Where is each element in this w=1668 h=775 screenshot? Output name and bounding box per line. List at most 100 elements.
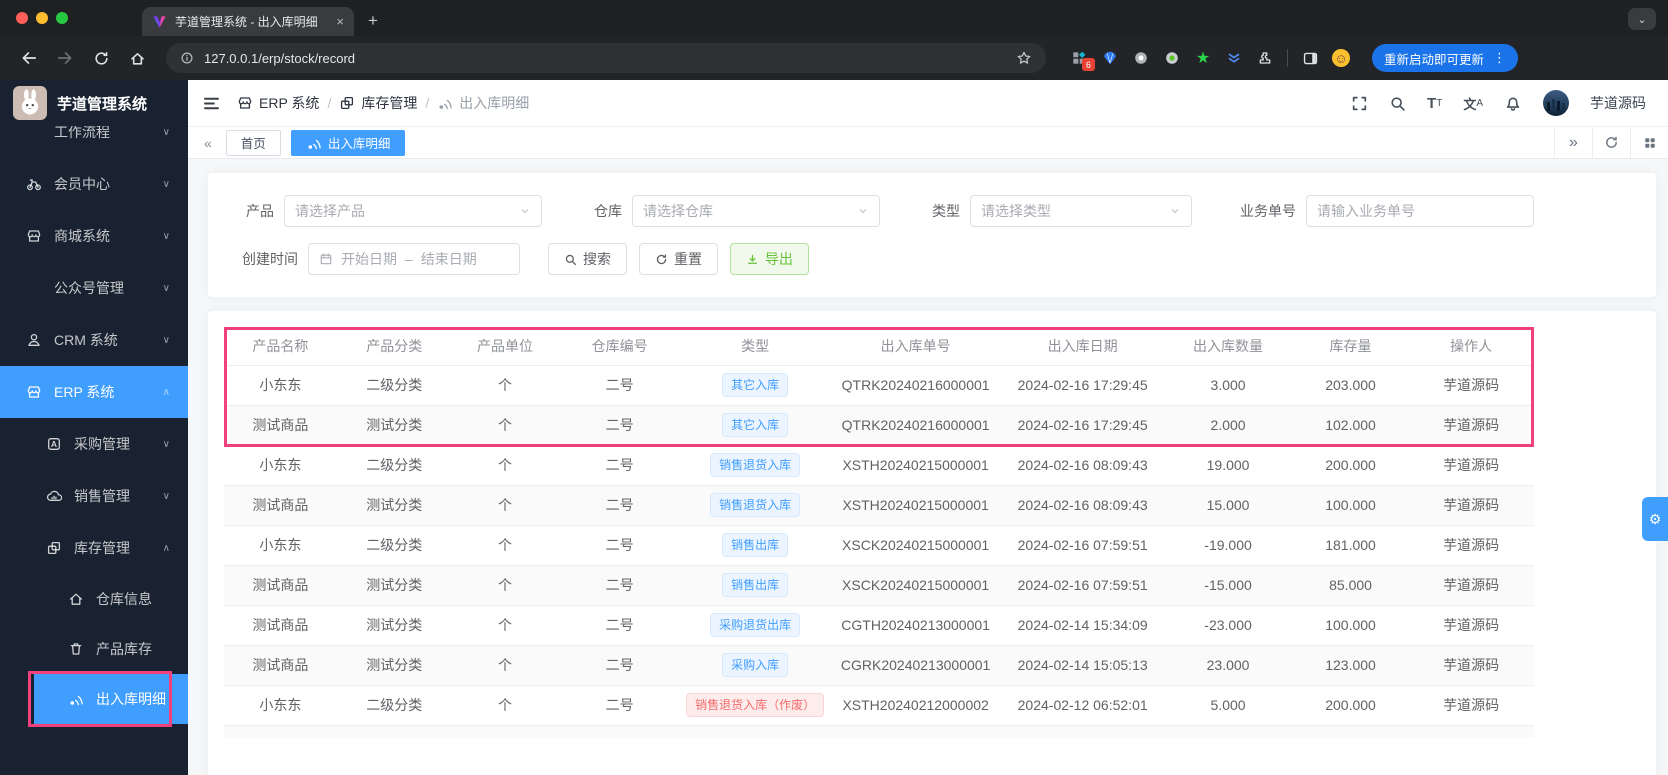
- chevron-double-left-icon[interactable]: «: [200, 135, 216, 151]
- hamburger-icon[interactable]: [202, 94, 221, 113]
- sidebar-item-label: 销售管理: [74, 488, 130, 504]
- layout-grid-icon[interactable]: [1630, 127, 1668, 158]
- type-badge: 销售出库: [722, 573, 789, 597]
- mall-icon: [26, 228, 44, 244]
- forward-icon[interactable]: [50, 43, 80, 73]
- product-select[interactable]: 请选择产品: [284, 195, 542, 227]
- notification-bell-icon[interactable]: [1504, 94, 1522, 112]
- chevron-up-icon: ∧: [162, 386, 170, 398]
- breadcrumb-separator: /: [425, 95, 430, 111]
- type-badge: 采购入库: [722, 653, 789, 677]
- tab-search-button[interactable]: ⌄: [1628, 8, 1656, 30]
- breadcrumb-item[interactable]: 库存管理: [339, 93, 417, 113]
- cell-order-no: XSTH20240212000002: [829, 685, 1003, 726]
- view-tab[interactable]: 出入库明细: [290, 129, 406, 156]
- window-zoom-button[interactable]: [56, 12, 68, 24]
- date-range-input[interactable]: 开始日期 – 结束日期: [308, 243, 520, 275]
- refresh-icon[interactable]: [1592, 127, 1630, 158]
- order-no-input[interactable]: 请输入业务单号: [1306, 195, 1534, 227]
- cell-quantity: 2.000: [1163, 405, 1293, 446]
- extension-chevrons-icon[interactable]: [1225, 49, 1243, 67]
- cell-unit: 个: [451, 605, 559, 646]
- sidebar-logo[interactable]: 芋道管理系统: [0, 80, 188, 126]
- sidebar-item[interactable]: 会员中心 ∨: [0, 158, 188, 210]
- cell-datetime: 2024-02-16 07:59:51: [1002, 525, 1164, 566]
- breadcrumb-label: 出入库明细: [459, 95, 530, 111]
- record-table: 产品名称 产品分类 产品单位 仓库编号 类型 出入库单号 出入库日期 出入库数量 库存量 操作人 …: [224, 327, 1534, 726]
- side-panel-icon[interactable]: [1301, 49, 1319, 67]
- chevron-down-icon: [857, 205, 869, 217]
- browser-menu-kebab-icon[interactable]: ⋮: [1493, 50, 1506, 66]
- sidebar-item[interactable]: ERP 系统 ∧: [0, 366, 188, 418]
- sidebar-item[interactable]: 商城系统 ∨: [0, 210, 188, 262]
- sidebar-item[interactable]: 仓库信息: [0, 574, 188, 624]
- url-bar[interactable]: 127.0.0.1/erp/stock/record: [166, 43, 1046, 73]
- main-header: ERP 系统 / 库存管理 / 出入库明细 TT 文A 芋道源码: [188, 80, 1668, 127]
- tab-close-icon[interactable]: ×: [336, 14, 344, 29]
- user-avatar[interactable]: [1543, 90, 1569, 116]
- search-icon[interactable]: [1389, 95, 1406, 112]
- sidebar-item[interactable]: A 采购管理 ∨: [0, 418, 188, 470]
- sidebar-item-label: 库存管理: [74, 540, 130, 556]
- bike-icon: [26, 176, 44, 192]
- home-icon: [68, 591, 86, 607]
- site-info-icon[interactable]: [180, 51, 194, 65]
- sidebar-item-label: 商城系统: [54, 228, 110, 244]
- sidebar-item[interactable]: 产品库存: [0, 624, 188, 674]
- window-minimize-button[interactable]: [36, 12, 48, 24]
- browser-tab[interactable]: 芋道管理系统 - 出入库明细 ×: [142, 7, 354, 36]
- search-button[interactable]: 搜索: [548, 243, 627, 275]
- cell-product: 测试商品: [224, 645, 337, 686]
- language-icon[interactable]: 文A: [1463, 94, 1483, 113]
- extension-blocks-icon[interactable]: 6: [1070, 49, 1095, 71]
- cell-operator: 芋道源码: [1408, 485, 1534, 526]
- extensions-puzzle-icon[interactable]: [1256, 49, 1274, 67]
- cell-warehouse: 二号: [558, 645, 682, 686]
- sidebar-item[interactable]: 销售管理 ∨: [0, 470, 188, 522]
- menu-icon-placeholder: [26, 124, 44, 140]
- sidebar-item-label: CRM 系统: [54, 332, 118, 348]
- type-select[interactable]: 请选择类型: [970, 195, 1192, 227]
- cell-type: 销售出库: [681, 565, 830, 606]
- extension-green-star-icon[interactable]: ★: [1194, 49, 1212, 67]
- bookmark-star-icon[interactable]: [1016, 50, 1032, 66]
- sidebar-item[interactable]: 公众号管理 ∨: [0, 262, 188, 314]
- app-title: 芋道管理系统: [57, 95, 148, 113]
- start-date-placeholder: 开始日期: [341, 251, 397, 267]
- extension-gray-circle-icon[interactable]: [1132, 49, 1150, 67]
- back-icon[interactable]: [14, 43, 44, 73]
- cell-product: 测试商品: [224, 405, 337, 446]
- sidebar-item[interactable]: CRM 系统 ∨: [0, 314, 188, 366]
- warehouse-label: 仓库: [594, 203, 622, 219]
- cell-order-no: XSCK20240215000001: [829, 565, 1003, 606]
- relaunch-update-button[interactable]: 重新启动即可更新 ⋮: [1372, 44, 1519, 72]
- create-time-label: 创建时间: [242, 251, 298, 267]
- sidebar-item[interactable]: 库存管理 ∧: [0, 522, 188, 574]
- breadcrumb-separator: /: [327, 95, 332, 111]
- cell-unit: 个: [451, 525, 559, 566]
- view-tab[interactable]: 首页: [225, 129, 281, 156]
- window-close-button[interactable]: [16, 12, 28, 24]
- new-tab-button[interactable]: +: [368, 12, 378, 36]
- font-size-icon[interactable]: TT: [1427, 95, 1442, 112]
- reload-icon[interactable]: [86, 43, 116, 73]
- browser-chrome: 芋道管理系统 - 出入库明细 × + ⌄ 127.0.0.1/erp/stock…: [0, 0, 1668, 80]
- cell-warehouse: 二号: [558, 405, 682, 446]
- home-icon[interactable]: [122, 43, 152, 73]
- extension-green-dot-icon[interactable]: [1163, 49, 1181, 67]
- chevron-down-icon: [519, 205, 531, 217]
- warehouse-select[interactable]: 请选择仓库: [632, 195, 880, 227]
- fullscreen-icon[interactable]: [1351, 95, 1368, 112]
- breadcrumb-item[interactable]: 出入库明细: [437, 93, 529, 113]
- profile-avatar-icon[interactable]: ☺: [1332, 49, 1350, 67]
- export-button[interactable]: 导出: [730, 243, 809, 275]
- chevron-double-right-icon[interactable]: »: [1554, 127, 1592, 158]
- chevron-down-icon: ∨: [162, 334, 170, 346]
- store-icon: [26, 384, 44, 400]
- breadcrumb-item[interactable]: ERP 系统: [237, 93, 319, 113]
- extension-balloon-icon[interactable]: [1101, 49, 1119, 67]
- sidebar-item[interactable]: 出入库明细: [28, 671, 188, 727]
- type-badge: 销售退货入库: [710, 493, 801, 517]
- reset-button[interactable]: 重置: [639, 243, 718, 275]
- settings-float-button[interactable]: ⚙: [1642, 497, 1668, 541]
